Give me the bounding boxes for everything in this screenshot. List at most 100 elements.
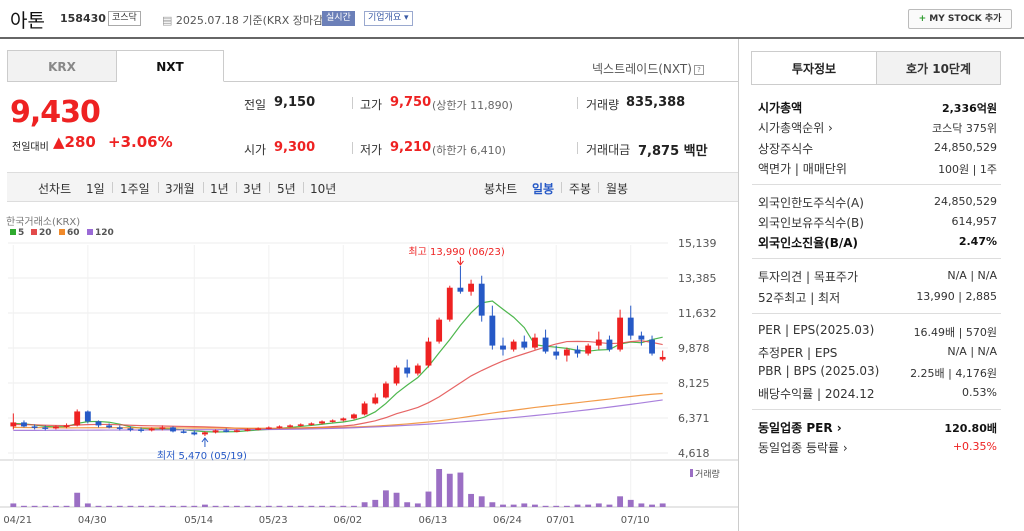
- nextrade-label: 넥스트레이드(NXT)?: [592, 60, 704, 77]
- candle-body: [414, 365, 421, 374]
- x-tick-label: 06/24: [493, 515, 522, 526]
- trade-amount-value: 7,875 백만: [638, 144, 708, 159]
- legend-swatch: [10, 229, 16, 235]
- legend-label: 5: [18, 228, 24, 238]
- tab-order-book[interactable]: 호가 10단계: [876, 51, 1001, 85]
- chart-toolbar: [7, 172, 738, 202]
- candle-body: [191, 432, 198, 435]
- volume-bar: [414, 503, 421, 507]
- info-label[interactable]: 동일업종 등락률 ›: [758, 439, 848, 456]
- volume-bar: [340, 505, 347, 507]
- volume-bar: [468, 493, 474, 507]
- candle-body: [649, 339, 655, 354]
- volume-bar: [42, 505, 49, 507]
- volume-bar: [532, 504, 538, 507]
- x-tick-label: 07/01: [546, 515, 575, 526]
- volume-bar: [63, 505, 70, 507]
- info-divider: [752, 184, 1001, 185]
- volume-bar: [308, 505, 315, 507]
- price-chart[interactable]: 15,139 13,385 11,632 9,878 8,125 6,371 4,618 04…: [0, 205, 738, 531]
- upper-limit: (상한가 11,890): [432, 99, 513, 112]
- volume-bars: [10, 469, 666, 507]
- y-tick-label: 6,371: [678, 412, 710, 425]
- volume-bar: [202, 504, 208, 507]
- y-tick-label: 11,632: [678, 307, 717, 320]
- prev-close-value: 9,150: [274, 95, 316, 110]
- candle-body: [116, 427, 123, 429]
- candle-body: [595, 339, 602, 346]
- divider: [112, 182, 113, 193]
- period-5y[interactable]: 5년: [277, 180, 296, 197]
- period-3y[interactable]: 3년: [243, 180, 262, 197]
- info-label: 52주최고 | 최저: [758, 291, 841, 305]
- tab-underline: [751, 84, 1001, 85]
- period-10y[interactable]: 10년: [310, 180, 336, 197]
- period-daily[interactable]: 일봉: [532, 180, 554, 197]
- info-label: 상장주식수: [758, 142, 814, 156]
- my-stock-add-button[interactable]: + MY STOCK 추가: [908, 9, 1012, 29]
- volume-bar: [606, 504, 613, 507]
- candle-body: [510, 341, 517, 350]
- divider: [303, 182, 304, 193]
- info-label[interactable]: 동일업종 PER ›: [758, 419, 842, 436]
- line-chart-button[interactable]: 선차트: [38, 180, 71, 197]
- period-monthly[interactable]: 월봉: [606, 180, 628, 197]
- help-icon[interactable]: ?: [693, 64, 704, 75]
- volume-label: 거래량: [695, 468, 720, 480]
- candle-chart-button[interactable]: 봉차트: [484, 180, 517, 197]
- period-1y[interactable]: 1년: [210, 180, 229, 197]
- divider: [352, 97, 353, 109]
- candle-body: [489, 315, 496, 346]
- x-tick-label: 05/23: [259, 515, 288, 526]
- period-weekly[interactable]: 주봉: [569, 180, 591, 197]
- volume-bar: [31, 505, 38, 507]
- candle-body: [585, 345, 592, 354]
- period-3m[interactable]: 3개월: [165, 180, 195, 197]
- company-overview-button[interactable]: 기업개요 ▾: [364, 11, 413, 26]
- change-value: ▲280: [53, 133, 96, 151]
- period-1d[interactable]: 1일: [86, 180, 105, 197]
- trade-amount-label: 거래대금: [586, 143, 631, 157]
- info-divider: [752, 313, 1001, 314]
- volume-bar: [297, 505, 304, 507]
- tab-nxt[interactable]: NXT: [116, 50, 224, 82]
- high-annotation: 최고 13,990 (06/23): [408, 246, 504, 258]
- divider: [158, 182, 159, 193]
- candle-body: [42, 427, 49, 429]
- base-date-text: 2025.07.18 기준(KRX 장마감): [175, 14, 328, 27]
- candle-body: [84, 411, 91, 422]
- volume-bar: [255, 505, 262, 507]
- volume-bar: [52, 505, 59, 507]
- candle-body: [265, 427, 272, 429]
- volume-bar: [457, 472, 464, 507]
- volume-bar: [393, 492, 400, 507]
- info-value: 614,957: [951, 215, 998, 228]
- info-value: 24,850,529: [934, 141, 997, 154]
- candle-body: [244, 429, 251, 431]
- info-label[interactable]: 시가총액순위 ›: [758, 119, 833, 136]
- candle-body: [468, 283, 474, 292]
- candle-body: [95, 421, 102, 426]
- tab-investment-info[interactable]: 투자정보: [751, 51, 877, 85]
- candle-body: [106, 425, 113, 428]
- candle-body: [372, 397, 379, 404]
- candle-body: [319, 421, 325, 424]
- base-date: ▤ 2025.07.18 기준(KRX 장마감): [162, 12, 327, 28]
- candle-body: [21, 422, 27, 427]
- volume-bar: [84, 503, 91, 507]
- moving-average-lines: [13, 300, 663, 433]
- candle-body: [52, 426, 59, 429]
- realtime-badge[interactable]: 실시간: [322, 11, 355, 26]
- tab-krx[interactable]: KRX: [7, 50, 117, 82]
- candle-body: [127, 428, 134, 430]
- candle-body: [308, 423, 315, 425]
- high-label: 고가: [360, 98, 383, 112]
- x-tick-label: 05/14: [184, 515, 213, 526]
- volume-bar: [74, 492, 81, 507]
- candle-body: [606, 339, 613, 350]
- candle-body: [63, 425, 70, 427]
- period-1w[interactable]: 1주일: [120, 180, 150, 197]
- divider: [577, 97, 578, 109]
- volume-bar: [521, 503, 528, 507]
- info-value: 2.25배 | 4,176원: [910, 367, 997, 380]
